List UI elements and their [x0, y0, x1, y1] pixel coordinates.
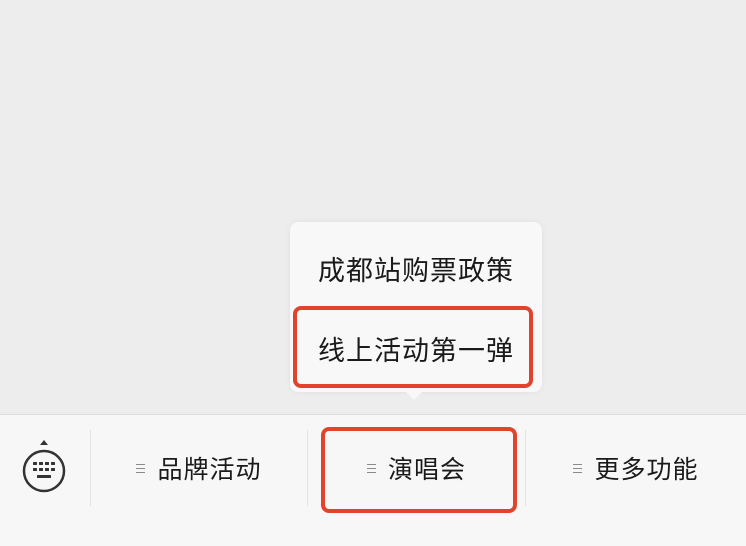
tab-brand-activities[interactable]: 品牌活动	[91, 430, 307, 506]
menu-lines-icon	[136, 463, 146, 474]
popup-pointer	[404, 390, 424, 400]
submenu-item-label: 线上活动第一弹	[318, 335, 514, 367]
keyboard-icon	[22, 440, 66, 493]
submenu-item-online-event[interactable]: 线上活动第一弹	[290, 308, 542, 388]
tab-concert[interactable]: 演唱会	[308, 430, 525, 506]
menu-lines-icon	[366, 463, 376, 474]
tab-label: 更多功能	[594, 455, 699, 484]
tab-label: 演唱会	[387, 455, 466, 484]
menu-lines-icon	[573, 463, 583, 474]
keyboard-toggle-button[interactable]	[18, 440, 70, 496]
tab-more-functions[interactable]: 更多功能	[526, 430, 746, 506]
tab-label: 品牌活动	[157, 455, 262, 484]
submenu-item-ticket-policy[interactable]: 成都站购票政策	[290, 228, 542, 308]
submenu-item-label: 成都站购票政策	[318, 255, 514, 287]
